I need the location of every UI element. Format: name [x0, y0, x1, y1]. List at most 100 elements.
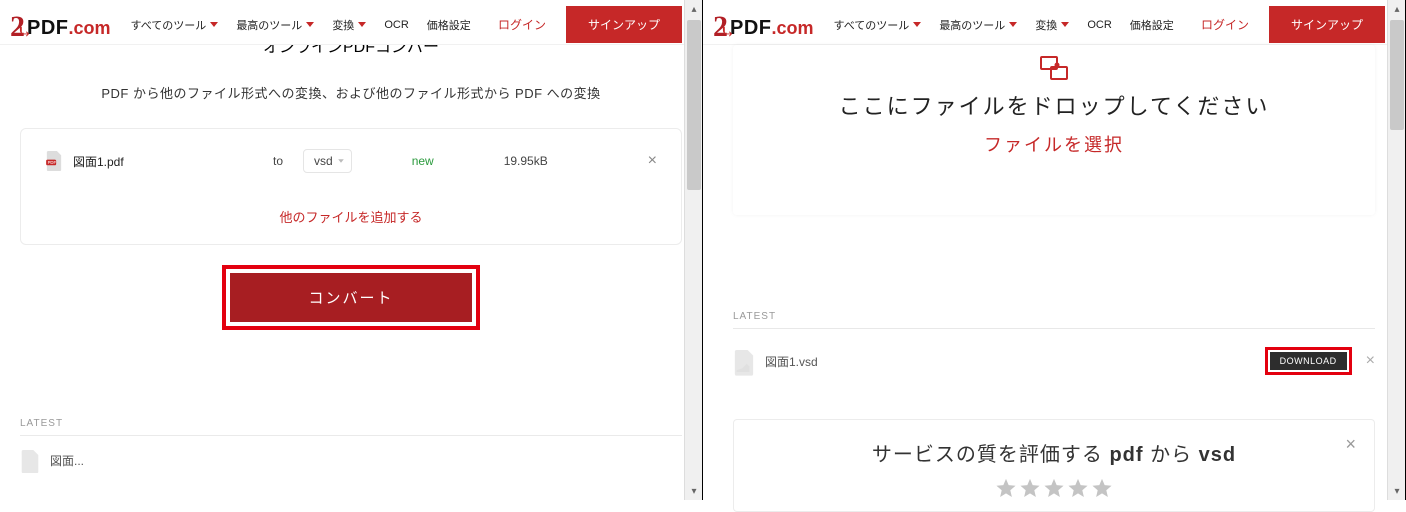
header: 2 PDF .com すべてのツール 最高のツール 変換 OCR 価格設定 ログ…	[703, 0, 1405, 45]
header: 2 PDF .com すべてのツール 最高のツール 変換 OCR 価格設定 ログ…	[0, 0, 702, 45]
subheadline: PDF から他のファイル形式への変換、および他のファイル形式から PDF への変…	[20, 83, 682, 102]
logo-com: .com	[772, 18, 814, 39]
download-highlight: DOWNLOAD	[1265, 347, 1352, 375]
scroll-down-icon[interactable]: ▾	[685, 482, 703, 500]
download-button[interactable]: DOWNLOAD	[1270, 352, 1347, 370]
nav-pricing[interactable]: 価格設定	[1130, 17, 1174, 33]
rating-to: vsd	[1199, 444, 1236, 466]
chevron-down-icon	[306, 22, 314, 27]
chevron-down-icon	[338, 159, 344, 163]
rating-panel: × サービスの質を評価する pdf から vsd	[733, 419, 1375, 512]
nav-label: 価格設定	[427, 17, 471, 33]
nav: すべてのツール 最高のツール 変換 OCR 価格設定	[834, 17, 1174, 33]
to-label: to	[273, 154, 303, 168]
file-queue-box: PDF 図面1.pdf to vsd new 19.95kB × 他のファイルを…	[20, 128, 682, 245]
logo[interactable]: 2 PDF .com	[713, 8, 814, 42]
convert-wrap: コンバート	[20, 265, 682, 330]
file-size: 19.95kB	[504, 154, 548, 168]
status-new: new	[412, 154, 434, 168]
star-icon[interactable]	[1067, 477, 1089, 499]
add-more-files[interactable]: 他のファイルを追加する	[45, 207, 657, 226]
nav-label: すべてのツール	[834, 17, 910, 33]
nav-label: OCR	[384, 19, 408, 31]
star-icon[interactable]	[1019, 477, 1041, 499]
dropzone[interactable]: ここにファイルをドロップしてください ファイルを選択	[733, 45, 1375, 215]
pane-left: 2 PDF .com すべてのツール 最高のツール 変換 OCR 価格設定 ログ…	[0, 0, 703, 500]
scroll-up-icon[interactable]: ▴	[685, 0, 703, 18]
file-icon	[733, 350, 755, 372]
format-select[interactable]: vsd	[303, 149, 352, 173]
svg-text:PDF: PDF	[48, 160, 57, 165]
nav-all-tools[interactable]: すべてのツール	[834, 17, 922, 33]
nav-label: すべてのツール	[131, 17, 207, 33]
star-icon[interactable]	[1043, 477, 1065, 499]
nav-pricing[interactable]: 価格設定	[427, 17, 471, 33]
scroll-thumb[interactable]	[1390, 20, 1404, 130]
remove-latest-icon[interactable]: ×	[1366, 352, 1375, 370]
rating-mid: から	[1144, 444, 1199, 466]
logo-arrow-icon	[19, 26, 29, 36]
nav: すべてのツール 最高のツール 変換 OCR 価格設定	[131, 17, 471, 33]
file-row: PDF 図面1.pdf to vsd new 19.95kB ×	[45, 149, 657, 173]
format-value: vsd	[314, 154, 333, 168]
nav-label: 価格設定	[1130, 17, 1174, 33]
nav-label: OCR	[1087, 19, 1111, 31]
nav-label: 最高のツール	[236, 17, 302, 33]
dropzone-title: ここにファイルをドロップしてください	[753, 89, 1355, 121]
header-right: ログイン サインアップ	[498, 6, 682, 43]
scroll-up-icon[interactable]: ▴	[1388, 0, 1406, 18]
nav-best-tools[interactable]: 最高のツール	[939, 17, 1017, 33]
nav-best-tools[interactable]: 最高のツール	[236, 17, 314, 33]
right-content: ここにファイルをドロップしてください ファイルを選択 LATEST 図面1.vs…	[703, 45, 1405, 512]
chevron-down-icon	[210, 22, 218, 27]
headline: オンラインPDFコンバー	[20, 45, 682, 69]
pane-right: 2 PDF .com すべてのツール 最高のツール 変換 OCR 価格設定 ログ…	[703, 0, 1406, 500]
chevron-down-icon	[1061, 22, 1069, 27]
latest-label: LATEST	[20, 418, 682, 429]
convert-highlight: コンバート	[222, 265, 479, 330]
login-link[interactable]: ログイン	[498, 16, 546, 33]
nav-all-tools[interactable]: すべてのツール	[131, 17, 219, 33]
latest-row: 図面...	[20, 450, 682, 470]
latest-file-name: 図面...	[50, 452, 84, 469]
logo-com: .com	[69, 18, 111, 39]
logo[interactable]: 2 PDF .com	[10, 8, 111, 42]
star-icon[interactable]	[1091, 477, 1113, 499]
select-file-link[interactable]: ファイルを選択	[753, 131, 1355, 157]
remove-file-icon[interactable]: ×	[648, 152, 657, 170]
rating-stars	[758, 477, 1350, 499]
rating-from: pdf	[1109, 444, 1143, 466]
login-link[interactable]: ログイン	[1201, 16, 1249, 33]
spacer	[733, 215, 1375, 311]
rating-prefix: サービスの質を評価する	[872, 444, 1110, 466]
scrollbar[interactable]: ▴ ▾	[684, 0, 702, 500]
star-icon[interactable]	[995, 477, 1017, 499]
nav-ocr[interactable]: OCR	[384, 19, 408, 31]
latest-file-name: 図面1.vsd	[765, 353, 818, 370]
header-right: ログイン サインアップ	[1201, 6, 1385, 43]
chevron-down-icon	[913, 22, 921, 27]
nav-label: 変換	[1035, 17, 1057, 33]
chevron-down-icon	[358, 22, 366, 27]
rating-text: サービスの質を評価する pdf から vsd	[758, 438, 1350, 467]
scroll-down-icon[interactable]: ▾	[1388, 482, 1406, 500]
latest-label: LATEST	[733, 311, 1375, 322]
convert-button[interactable]: コンバート	[230, 273, 471, 322]
nav-convert[interactable]: 変換	[332, 17, 366, 33]
logo-arrow-icon	[722, 26, 732, 36]
divider	[20, 435, 682, 436]
nav-label: 最高のツール	[939, 17, 1005, 33]
nav-convert[interactable]: 変換	[1035, 17, 1069, 33]
dropzone-icon	[1039, 55, 1069, 81]
scroll-thumb[interactable]	[687, 20, 701, 190]
left-content: オンラインPDFコンバー PDF から他のファイル形式への変換、および他のファイ…	[0, 45, 702, 470]
signup-button[interactable]: サインアップ	[1269, 6, 1385, 43]
nav-ocr[interactable]: OCR	[1087, 19, 1111, 31]
file-name: 図面1.pdf	[73, 153, 273, 170]
close-rating-icon[interactable]: ×	[1345, 434, 1356, 455]
signup-button[interactable]: サインアップ	[566, 6, 682, 43]
chevron-down-icon	[1009, 22, 1017, 27]
scrollbar[interactable]: ▴ ▾	[1387, 0, 1405, 500]
pdf-file-icon: PDF	[45, 151, 63, 171]
nav-label: 変換	[332, 17, 354, 33]
